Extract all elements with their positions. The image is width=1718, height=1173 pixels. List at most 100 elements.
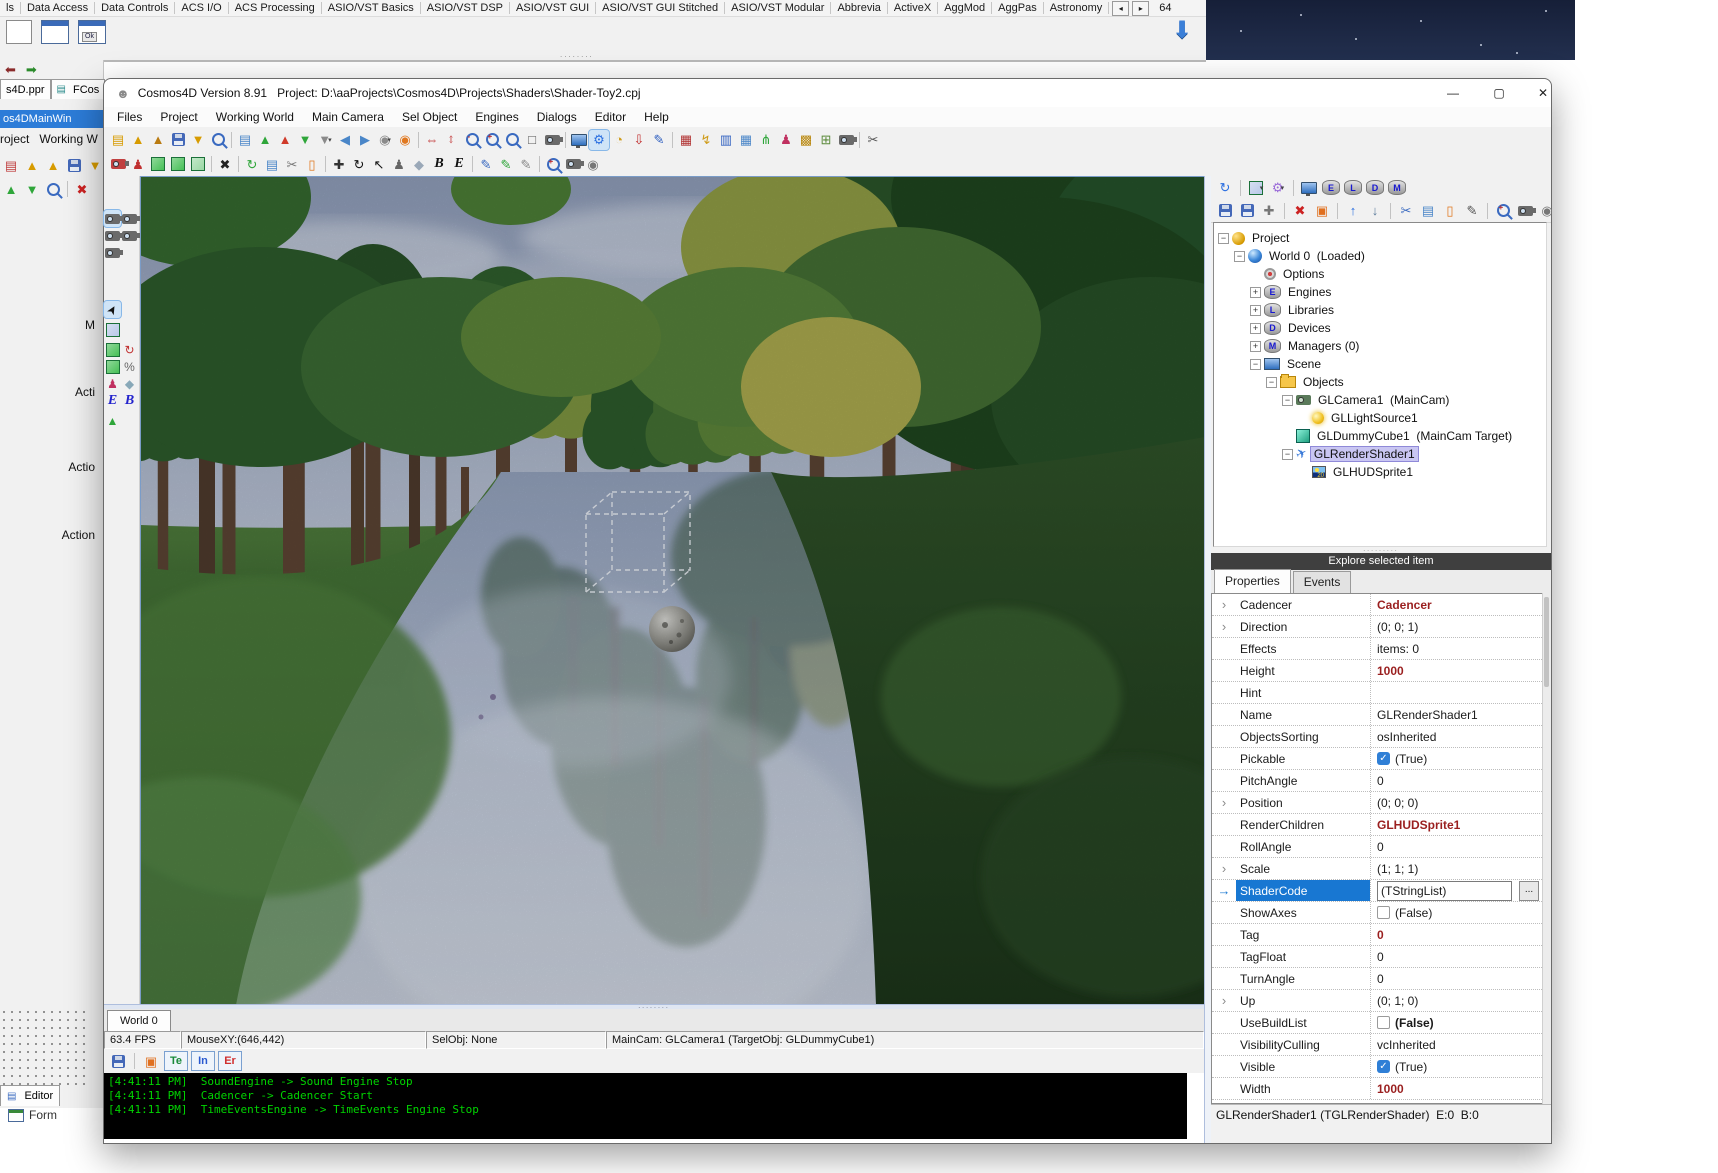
property-value[interactable]: 0 xyxy=(1370,968,1542,989)
tree-row-glcamera1[interactable]: −GLCamera1 (MainCam) xyxy=(1214,391,1546,409)
property-value[interactable]: items: 0 xyxy=(1370,638,1542,659)
palette-tab-abbrevia[interactable]: Abbrevia xyxy=(831,2,887,14)
project-open-icon[interactable]: ▲ xyxy=(128,130,148,150)
data-table-icon[interactable]: ▦ xyxy=(736,130,756,150)
tree-row-glrendershader1[interactable]: −✈GLRenderShader1 xyxy=(1214,445,1546,463)
checkbox-unchecked-icon[interactable] xyxy=(1377,1016,1390,1029)
tree-expander-icon[interactable]: − xyxy=(1234,251,1245,262)
palette-tab-data-access[interactable]: Data Access xyxy=(21,2,95,14)
property-row-direction[interactable]: ›Direction(0; 0; 1) xyxy=(1212,616,1542,638)
palette-tab-asio-vst-gui[interactable]: ASIO/VST GUI xyxy=(510,2,596,14)
move-node-up-icon[interactable]: ↑ xyxy=(1343,201,1363,221)
tree-row-libraries[interactable]: +LLibraries xyxy=(1214,301,1546,319)
close-button[interactable]: ✕ xyxy=(1523,79,1563,106)
maximize-button[interactable]: ▢ xyxy=(1479,79,1519,106)
tree-row-managers[interactable]: +MManagers (0) xyxy=(1214,337,1546,355)
property-name[interactable]: VisibilityCulling xyxy=(1236,1034,1370,1055)
edit-shader-icon[interactable]: ✎ xyxy=(649,130,669,150)
reparent-object-icon[interactable]: ✚ xyxy=(1259,201,1279,221)
property-name[interactable]: Hint xyxy=(1236,682,1370,703)
forward-arrow-icon[interactable]: ➡ xyxy=(26,62,37,78)
paste-object-icon[interactable]: ▯ xyxy=(302,154,322,174)
zoom-selection-icon[interactable]: + xyxy=(543,154,563,174)
property-name[interactable]: Position xyxy=(1236,792,1370,813)
orbit-tool-icon[interactable]: ↖ xyxy=(369,154,389,174)
property-value[interactable]: (0; 0; 0) xyxy=(1370,792,1542,813)
paint-add-icon[interactable] xyxy=(104,341,121,358)
log-filter-in-button[interactable]: In xyxy=(191,1051,215,1071)
package-tool-icon[interactable]: ▩ xyxy=(796,130,816,150)
project-save-as-icon[interactable]: ▼ xyxy=(188,130,208,150)
view-camera-icon[interactable] xyxy=(563,154,583,174)
property-value[interactable]: 0 xyxy=(1370,924,1542,945)
property-row-height[interactable]: Height1000 xyxy=(1212,660,1542,682)
refresh-object-icon[interactable]: ↻ xyxy=(242,154,262,174)
property-name[interactable]: RenderChildren xyxy=(1236,814,1370,835)
project-find-icon[interactable] xyxy=(208,130,228,150)
back-arrow-icon[interactable]: ⬅ xyxy=(5,62,16,78)
property-name[interactable]: UseBuildList xyxy=(1236,1012,1370,1033)
world-unload-icon[interactable]: ▼▾ xyxy=(315,130,335,150)
palette-tab-asio-vst-modular[interactable]: ASIO/VST Modular xyxy=(725,2,831,14)
palette-tab-asio-vst-dsp[interactable]: ASIO/VST DSP xyxy=(421,2,510,14)
property-row-width[interactable]: Width1000 xyxy=(1212,1078,1542,1100)
add-scene-object-icon[interactable]: ▾ xyxy=(1246,178,1266,198)
tree-row-gldummycube1[interactable]: GLDummyCube1 (MainCam Target) xyxy=(1214,427,1546,445)
world-prev-icon[interactable]: ◀ xyxy=(335,130,355,150)
property-row-up[interactable]: ›Up(0; 1; 0) xyxy=(1212,990,1542,1012)
tree-label[interactable]: GLHUDSprite1 xyxy=(1330,465,1416,479)
tab-project-file[interactable]: s4D.ppr xyxy=(0,79,51,99)
cam-fly-icon[interactable] xyxy=(104,244,121,261)
menu-sel-object[interactable]: Sel Object xyxy=(393,110,466,124)
project-tree[interactable]: −Project−World 0 (Loaded)Options+EEngine… xyxy=(1213,222,1547,547)
property-value[interactable]: 0 xyxy=(1370,770,1542,791)
property-value[interactable]: 0 xyxy=(1370,946,1542,967)
property-value[interactable]: (TStringList)... xyxy=(1370,880,1542,901)
dialog-component-icon[interactable]: Ok xyxy=(78,20,106,44)
tree-row-glhudsprite1[interactable]: 20GLHUDSprite1 xyxy=(1214,463,1546,481)
checkbox-checked-icon[interactable]: ✓ xyxy=(1377,1060,1390,1073)
property-row-tagfloat[interactable]: TagFloat0 xyxy=(1212,946,1542,968)
property-expander-icon[interactable]: → xyxy=(1212,883,1236,898)
load-object-file-icon[interactable] xyxy=(1215,201,1235,221)
checkbox-unchecked-icon[interactable] xyxy=(1377,906,1390,919)
zoom-reset-icon[interactable] xyxy=(502,130,522,150)
managers-view-icon[interactable]: M xyxy=(1387,178,1407,198)
tree-label[interactable]: Options xyxy=(1280,267,1327,281)
splitter-dots[interactable]: ........ xyxy=(560,50,594,59)
property-row-usebuildlist[interactable]: UseBuildList(False) xyxy=(1212,1012,1542,1034)
world-disc-icon[interactable]: ◉▾ xyxy=(375,130,395,150)
property-row-shadercode[interactable]: →ShaderCode(TStringList)... xyxy=(1212,880,1542,902)
palette-tab-ls[interactable]: ls xyxy=(0,2,21,14)
paint-remove-icon[interactable] xyxy=(104,358,121,375)
draw-pen-3-icon[interactable]: ✎ xyxy=(516,154,536,174)
rotate-tool-icon[interactable]: ↻ xyxy=(349,154,369,174)
draw-pen-2-icon[interactable]: ✎ xyxy=(496,154,516,174)
bg-tool-7-icon[interactable]: ▲ xyxy=(1,179,21,199)
cam-pan-icon[interactable] xyxy=(121,210,138,227)
paste-node-icon[interactable]: ▯ xyxy=(1440,201,1460,221)
palette-tab-astronomy[interactable]: Astronomy xyxy=(1044,2,1110,14)
tree-label[interactable]: Libraries xyxy=(1285,303,1337,317)
tree-row-options[interactable]: Options xyxy=(1214,265,1546,283)
camera-capture-icon[interactable] xyxy=(542,130,562,150)
inspect-node-icon[interactable]: + xyxy=(1493,201,1513,221)
form-item[interactable]: Form xyxy=(8,1108,57,1122)
event-log[interactable]: [4:41:11 PM] SoundEngine -> Sound Engine… xyxy=(104,1073,1187,1139)
cut-clear-icon[interactable]: ✂ xyxy=(863,130,883,150)
property-value[interactable]: ✓(True) xyxy=(1370,748,1542,769)
menu-working-world[interactable]: Working World xyxy=(207,110,303,124)
copy-node-icon[interactable]: ▤ xyxy=(1418,201,1438,221)
scale-tool-icon[interactable]: % xyxy=(121,358,138,375)
tree-label[interactable]: Objects xyxy=(1300,375,1347,389)
palette-tab-asio-vst-gui-stitched[interactable]: ASIO/VST GUI Stitched xyxy=(596,2,725,14)
property-name[interactable]: RollAngle xyxy=(1236,836,1370,857)
world-reload-icon[interactable]: ▲ xyxy=(275,130,295,150)
tree-label[interactable]: Scene xyxy=(1284,357,1324,371)
rename-node-icon[interactable]: ✎ xyxy=(1462,201,1482,221)
property-value[interactable]: (1; 1; 1) xyxy=(1370,858,1542,879)
cut-object-icon[interactable]: ✂ xyxy=(282,154,302,174)
project-save-icon[interactable] xyxy=(168,130,188,150)
tree-row-gllightsource1[interactable]: GLLightSource1 xyxy=(1214,409,1546,427)
add-object-icon[interactable] xyxy=(148,154,168,174)
